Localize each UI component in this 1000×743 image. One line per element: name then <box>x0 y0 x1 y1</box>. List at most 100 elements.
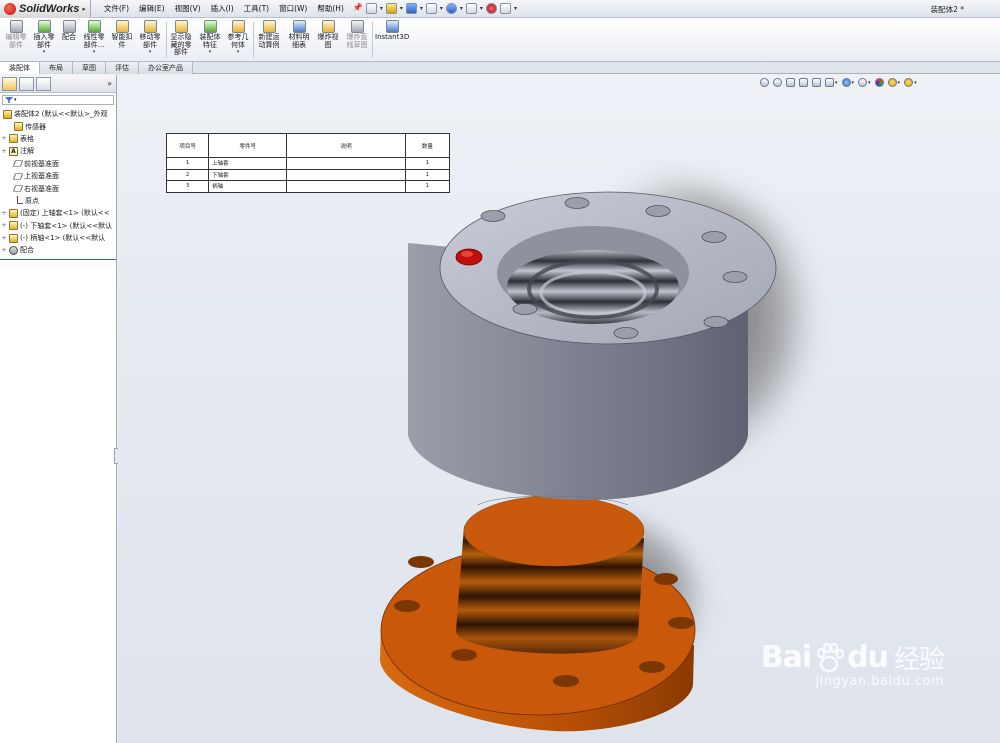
quick-access-toolbar: 📌 ▾ ▾ ▾ ▾ ▾ ▾ ▾ <box>353 3 517 14</box>
tree-item-label: (-) 柄轴<1> (默认<<默认 <box>20 234 106 243</box>
tab-office-products[interactable]: 办公室产品 <box>139 62 193 74</box>
table-row[interactable]: 1 上轴套 1 <box>165 157 451 170</box>
tree-item-right-plane[interactable]: 右视基准面 <box>0 182 116 194</box>
instant3d-button[interactable]: Instant3D <box>375 20 409 42</box>
tree-expander[interactable]: + <box>1 247 7 254</box>
chevron-down-icon[interactable]: ▾ <box>81 49 107 57</box>
tree-item-shaft[interactable]: + (-) 柄轴<1> (默认<<默认 <box>0 232 116 244</box>
show-hidden-components-button[interactable]: 显示隐 藏的零 部件 <box>168 20 194 57</box>
column-header: 项目号 <box>165 133 210 158</box>
menu-tools[interactable]: 工具(T) <box>239 3 274 14</box>
motion-study-icon <box>262 20 276 33</box>
linear-pattern-button[interactable]: 线性零 部件... ▾ <box>81 20 107 57</box>
rebuild-icon[interactable] <box>485 3 497 14</box>
edit-component-button[interactable]: 编辑零 部件 <box>3 20 29 49</box>
chevron-down-icon[interactable]: ▾ <box>400 5 403 12</box>
panel-tabs: » <box>0 75 116 93</box>
chevron-down-icon[interactable]: ▾ <box>137 49 163 57</box>
property-manager-tab-icon[interactable] <box>19 76 34 91</box>
tree-item-origin[interactable]: 原点 <box>0 195 116 207</box>
select-cursor-icon[interactable] <box>465 3 477 14</box>
expand-panel-icon[interactable]: » <box>107 79 112 88</box>
menu-file[interactable]: 文件(F) <box>99 3 134 14</box>
tree-item-sensors[interactable]: 传感器 <box>0 120 116 132</box>
menu-help[interactable]: 帮助(H) <box>312 3 349 14</box>
tree-item-mates[interactable]: + 配合 <box>0 244 116 256</box>
smart-fastener-icon <box>115 20 129 33</box>
exploded-view-button[interactable]: 爆炸视 图 <box>316 20 340 49</box>
undo-icon[interactable] <box>445 3 457 14</box>
chevron-down-icon[interactable]: ▾ <box>480 5 483 12</box>
tree-filter[interactable]: ▾ <box>2 95 114 105</box>
plane-icon <box>12 172 24 180</box>
tree-expander[interactable]: + <box>1 210 7 217</box>
move-component-button[interactable]: 移动零 部件 ▾ <box>137 20 163 57</box>
instant3d-icon <box>385 20 399 33</box>
column-header: 零件号 <box>208 133 288 158</box>
tree-item-tables[interactable]: + 表格 <box>0 133 116 145</box>
chevron-down-icon[interactable]: ▾ <box>32 49 56 57</box>
feature-manager-tab-icon[interactable] <box>2 76 17 91</box>
chevron-down-icon[interactable]: ▾ <box>514 5 517 12</box>
tree-expander[interactable]: + <box>1 148 7 155</box>
explode-line-sketch-icon <box>350 20 364 33</box>
tree-item-label: 注解 <box>20 147 34 156</box>
insert-component-label: 插入零 部件 <box>33 33 55 49</box>
menu-window[interactable]: 窗口(W) <box>274 3 312 14</box>
explode-line-sketch-button[interactable]: 爆炸直 线草图 <box>344 20 370 49</box>
smart-fastener-button[interactable]: 智能扣 件 <box>110 20 134 49</box>
menu-edit[interactable]: 编辑(E) <box>134 3 170 14</box>
menu-bar: 文件(F) 编辑(E) 视图(V) 插入(I) 工具(T) 窗口(W) 帮助(H… <box>99 3 349 14</box>
reference-geometry-button[interactable]: 参考几 何体 ▾ <box>226 20 250 57</box>
chevron-down-icon[interactable]: ▾ <box>198 49 222 57</box>
tree-expander[interactable]: + <box>1 222 7 229</box>
tab-evaluate[interactable]: 评估 <box>106 62 139 74</box>
new-motion-study-button[interactable]: 新建运 动算例 <box>256 20 282 49</box>
app-menu-button[interactable]: SolidWorks ▸ <box>0 0 91 18</box>
bill-of-materials-table[interactable]: 项目号 零件号 说明 数量 1 上轴套 1 2 下轴套 1 3 柄轴 1 <box>165 133 451 193</box>
app-name: SolidWorks <box>19 2 80 15</box>
table-row[interactable]: 3 柄轴 1 <box>165 180 451 193</box>
assembly-features-button[interactable]: 装配体 特征 ▾ <box>198 20 222 57</box>
insert-component-button[interactable]: 插入零 部件 ▾ <box>32 20 56 57</box>
solidworks-logo-icon <box>4 2 16 15</box>
chevron-down-icon[interactable]: ▾ <box>420 5 423 12</box>
configuration-manager-tab-icon[interactable] <box>36 76 51 91</box>
upper-sleeve-part[interactable] <box>408 191 777 506</box>
tree-item-upper-sleeve[interactable]: + (固定) 上轴套<1> (默认<< <box>0 207 116 219</box>
chevron-down-icon[interactable]: ▾ <box>460 5 463 12</box>
tree-expander[interactable]: + <box>1 235 7 242</box>
tree-item-annotations[interactable]: + A 注解 <box>0 145 116 157</box>
tree-item-front-plane[interactable]: 前视基准面 <box>0 158 116 170</box>
tree-expander[interactable]: + <box>1 135 7 142</box>
tab-layout[interactable]: 布局 <box>40 62 73 74</box>
baidu-watermark: Bai du 经验 jingyan.baidu.com <box>761 639 945 689</box>
chevron-down-icon[interactable]: ▾ <box>226 49 250 57</box>
tab-sketch[interactable]: 草图 <box>73 62 106 74</box>
chevron-down-icon[interactable]: ▾ <box>380 5 383 12</box>
chevron-down-icon[interactable]: ▾ <box>14 97 17 103</box>
table-cell: 1 <box>404 168 451 181</box>
save-icon[interactable] <box>405 3 417 14</box>
mate-button[interactable]: 配合 <box>59 20 79 42</box>
part-icon <box>9 233 18 243</box>
menu-view[interactable]: 视图(V) <box>170 3 206 14</box>
tree-root-assembly[interactable]: 装配体2 (默认<<默认>_外观 <box>0 108 116 120</box>
tree-item-top-plane[interactable]: 上视基准面 <box>0 170 116 182</box>
bill-of-materials-button[interactable]: 材料明 细表 <box>287 20 311 49</box>
design-tree: 装配体2 (默认<<默认>_外观 传感器 + 表格 + A 注解 前视基准面 上… <box>0 107 116 260</box>
tab-assembly[interactable]: 装配体 <box>0 62 40 74</box>
menu-insert[interactable]: 插入(I) <box>206 3 239 14</box>
move-component-icon <box>143 20 157 33</box>
options-icon[interactable] <box>499 3 511 14</box>
sensor-icon <box>14 122 23 132</box>
reference-geometry-label: 参考几 何体 <box>227 33 249 49</box>
print-icon[interactable] <box>425 3 437 14</box>
table-row[interactable]: 2 下轴套 1 <box>165 168 451 181</box>
graphics-area[interactable]: ▾ ▾ ▾ ▾ ▾ 项目号 零件号 说明 数量 1 上轴套 1 2 下轴套 1 … <box>118 75 1000 743</box>
new-document-icon[interactable] <box>365 3 377 14</box>
pin-icon[interactable]: 📌 <box>353 3 363 14</box>
tree-item-lower-sleeve[interactable]: + (-) 下轴套<1> (默认<<默认 <box>0 220 116 232</box>
open-folder-icon[interactable] <box>385 3 397 14</box>
chevron-down-icon[interactable]: ▾ <box>440 5 443 12</box>
